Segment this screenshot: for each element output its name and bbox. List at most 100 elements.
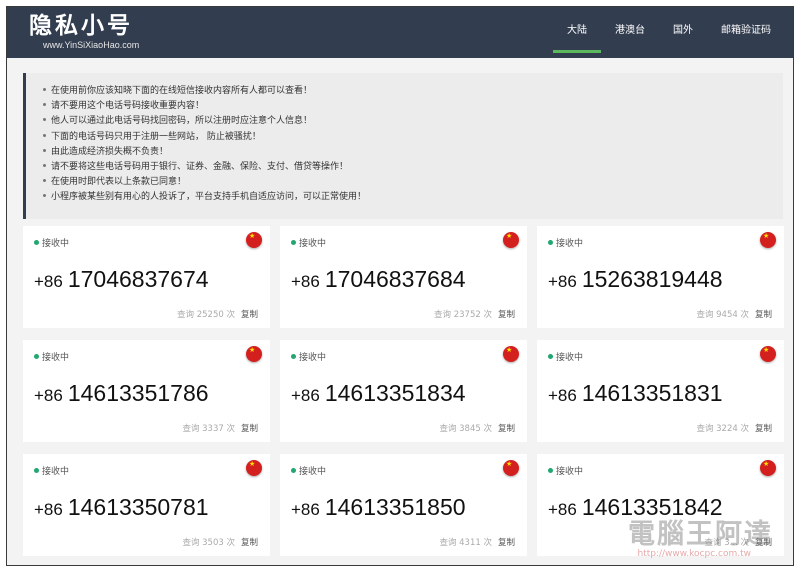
card-meta: 查询 25250 次复制 (177, 308, 258, 320)
card-meta: 查询 9454 次复制 (696, 308, 772, 320)
phone-number[interactable]: +86 14613351831 (548, 380, 723, 407)
copy-button[interactable]: 复制 (755, 538, 772, 548)
view-count: 查询 25250 次 (177, 310, 235, 320)
card-meta: 查询 3224 次复制 (696, 422, 772, 434)
phone-card[interactable]: 接收中 +8615263819448 查询 9454 次复制 (537, 226, 784, 328)
nav-mainland[interactable]: 大陆 (553, 7, 601, 58)
phone-number[interactable]: +86 17046837674 (34, 266, 209, 293)
china-flag-icon (503, 346, 519, 362)
china-flag-icon (503, 232, 519, 248)
bullet-icon (43, 133, 46, 137)
phone-card[interactable]: 接收中 +8614613351842 查询 3... 次复制 (537, 454, 784, 556)
notice-item: 请不要将这些电话号码用于银行、证券、金融、保险、支付、借贷等操作！ (43, 160, 783, 175)
green-dot-icon (34, 468, 39, 473)
copy-button[interactable]: 复制 (241, 538, 258, 548)
card-meta: 查询 3337 次复制 (182, 422, 258, 434)
phone-number[interactable]: +86 14613351850 (291, 494, 466, 521)
bullet-icon (43, 148, 46, 152)
notice-item: 在使用时即代表以上条款已同意！ (43, 175, 783, 190)
phone-number[interactable]: +86 14613351786 (34, 380, 209, 407)
bullet-icon (43, 88, 46, 91)
phone-card[interactable]: 接收中 +8614613351850 查询 4311 次复制 (280, 454, 527, 556)
china-flag-icon (246, 232, 262, 248)
phone-card[interactable]: 接收中 +8614613351834 查询 3845 次复制 (280, 340, 527, 442)
view-count: 查询 9454 次 (696, 310, 749, 320)
status-label: 接收中 (34, 350, 69, 363)
phone-number[interactable]: +86 14613350781 (34, 494, 209, 521)
china-flag-icon (760, 346, 776, 362)
phone-number[interactable]: +86 17046837684 (291, 266, 466, 293)
site-logo[interactable]: 隐私小号 www.YinSiXiaoHao.com (29, 13, 139, 50)
status-label: 接收中 (291, 350, 326, 363)
china-flag-icon (246, 460, 262, 476)
view-count: 查询 3503 次 (182, 538, 235, 548)
green-dot-icon (291, 468, 296, 473)
logo-title: 隐私小号 (29, 13, 133, 39)
card-meta: 查询 23752 次复制 (434, 308, 515, 320)
phone-number[interactable]: +86 15263819448 (548, 266, 723, 293)
green-dot-icon (548, 354, 553, 359)
bullet-icon (43, 103, 46, 107)
copy-button[interactable]: 复制 (241, 424, 258, 434)
status-label: 接收中 (548, 350, 583, 363)
notice-item: 由此造成经济损失概不负责！ (43, 145, 783, 160)
view-count: 查询 3337 次 (182, 424, 235, 434)
china-flag-icon (246, 346, 262, 362)
china-flag-icon (760, 232, 776, 248)
green-dot-icon (548, 240, 553, 245)
bullet-icon (43, 164, 46, 168)
status-label: 接收中 (548, 236, 583, 249)
view-count: 查询 3224 次 (696, 424, 749, 434)
status-label: 接收中 (291, 464, 326, 477)
view-count: 查询 23752 次 (434, 310, 492, 320)
phone-card[interactable]: 接收中 +8617046837684 查询 23752 次复制 (280, 226, 527, 328)
copy-button[interactable]: 复制 (755, 424, 772, 434)
bullet-icon (43, 118, 46, 122)
green-dot-icon (34, 354, 39, 359)
notice-item: 他人可以通过此电话号码找回密码，所以注册时应注意个人信息！ (43, 114, 783, 129)
top-navbar: 隐私小号 www.YinSiXiaoHao.com 大陆 港澳台 国外 邮箱验证… (7, 7, 793, 58)
view-count: 查询 3... 次 (704, 538, 749, 548)
notice-item: 在使用前你应该知晓下面的在线短信接收内容所有人都可以查看！ (43, 84, 783, 99)
green-dot-icon (34, 240, 39, 245)
nav-hk-macau-taiwan[interactable]: 港澳台 (601, 7, 659, 58)
copy-button[interactable]: 复制 (241, 310, 258, 320)
browser-frame: 隐私小号 www.YinSiXiaoHao.com 大陆 港澳台 国外 邮箱验证… (6, 6, 794, 566)
copy-button[interactable]: 复制 (498, 310, 515, 320)
phone-card[interactable]: 接收中 +8614613350781 查询 3503 次复制 (23, 454, 270, 556)
card-meta: 查询 4311 次复制 (439, 536, 515, 548)
view-count: 查询 3845 次 (439, 424, 492, 434)
bullet-icon (43, 179, 46, 183)
china-flag-icon (503, 460, 519, 476)
notice-item: 请不要用这个电话号码接收重要内容！ (43, 99, 783, 114)
bullet-icon (43, 194, 46, 198)
view-count: 查询 4311 次 (439, 538, 492, 548)
phone-number[interactable]: +86 14613351834 (291, 380, 466, 407)
phone-number[interactable]: +86 14613351842 (548, 494, 723, 521)
notice-item: 小程序被某些别有用心的人投诉了，平台支持手机自适应访问，可以正常使用！ (43, 190, 783, 205)
status-label: 接收中 (548, 464, 583, 477)
green-dot-icon (548, 468, 553, 473)
notice-list: 在使用前你应该知晓下面的在线短信接收内容所有人都可以查看！ 请不要用这个电话号码… (43, 84, 783, 206)
copy-button[interactable]: 复制 (498, 424, 515, 434)
notice-box: 在使用前你应该知晓下面的在线短信接收内容所有人都可以查看！ 请不要用这个电话号码… (23, 73, 783, 219)
green-dot-icon (291, 354, 296, 359)
status-label: 接收中 (34, 236, 69, 249)
green-dot-icon (291, 240, 296, 245)
phone-card[interactable]: 接收中 +8614613351786 查询 3337 次复制 (23, 340, 270, 442)
card-meta: 查询 3845 次复制 (439, 422, 515, 434)
nav-email-code[interactable]: 邮箱验证码 (707, 7, 785, 58)
status-label: 接收中 (34, 464, 69, 477)
status-label: 接收中 (291, 236, 326, 249)
phone-card-grid: 接收中 +8617046837674 查询 25250 次复制 接收中 +861… (23, 226, 785, 556)
card-meta: 查询 3503 次复制 (182, 536, 258, 548)
main-nav: 大陆 港澳台 国外 邮箱验证码 (553, 7, 785, 58)
card-meta: 查询 3... 次复制 (705, 536, 772, 548)
phone-card[interactable]: 接收中 +8617046837674 查询 25250 次复制 (23, 226, 270, 328)
nav-foreign[interactable]: 国外 (659, 7, 707, 58)
copy-button[interactable]: 复制 (498, 538, 515, 548)
copy-button[interactable]: 复制 (755, 310, 772, 320)
china-flag-icon (760, 460, 776, 476)
phone-card[interactable]: 接收中 +8614613351831 查询 3224 次复制 (537, 340, 784, 442)
notice-item: 下面的电话号码只用于注册一些网站， 防止被骚扰！ (43, 130, 783, 145)
